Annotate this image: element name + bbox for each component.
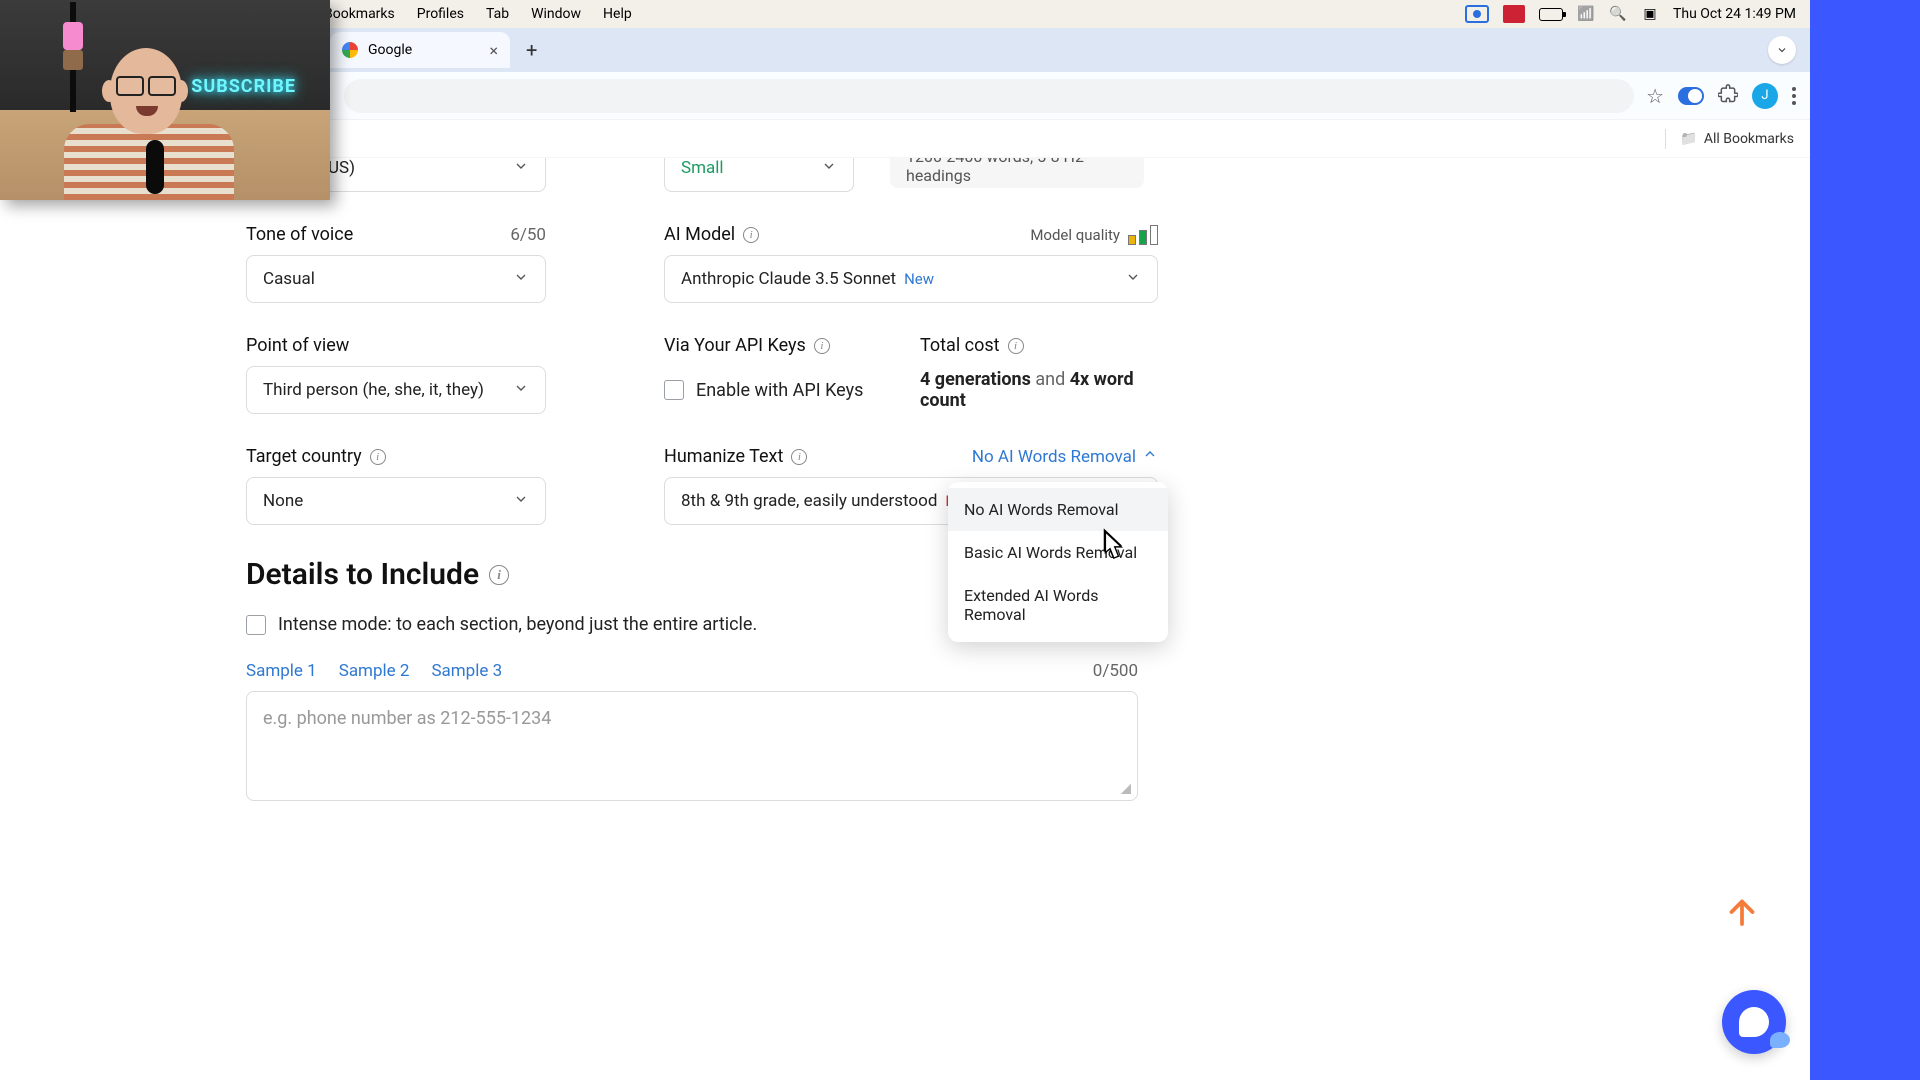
google-favicon-icon xyxy=(342,42,358,58)
humanize-dropdown-trigger[interactable]: No AI Words Removal xyxy=(972,446,1158,467)
browser-tab[interactable]: Google × xyxy=(330,32,510,68)
chevron-up-icon xyxy=(1142,446,1158,467)
info-icon[interactable] xyxy=(489,565,509,585)
api-checkbox[interactable] xyxy=(664,380,684,400)
model-select[interactable]: Anthropic Claude 3.5 Sonnet New xyxy=(664,255,1158,303)
chat-bubble-icon xyxy=(1770,1032,1790,1048)
control-center-icon[interactable] xyxy=(1641,5,1659,23)
humanize-option-extended[interactable]: Extended AI Words Removal xyxy=(948,574,1168,636)
details-heading-text: Details to Include xyxy=(246,557,479,592)
menu-bookmarks[interactable]: Bookmarks xyxy=(324,6,395,22)
size-value: Small xyxy=(681,158,724,178)
close-tab-icon[interactable]: × xyxy=(489,41,498,60)
screen-record-icon[interactable] xyxy=(1465,5,1489,23)
api-checkbox-label: Enable with API Keys xyxy=(696,380,863,401)
tone-select[interactable]: Casual xyxy=(246,255,546,303)
extensions-icon[interactable] xyxy=(1718,84,1738,108)
size-note: 1200-2400 words, 5-8 H2 headings xyxy=(890,158,1144,188)
mouse-cursor-icon xyxy=(1096,528,1126,562)
tab-title: Google xyxy=(368,42,412,58)
intense-mode-checkbox[interactable] xyxy=(246,615,266,635)
details-char-counter: 0/500 xyxy=(1093,661,1138,681)
menu-profiles[interactable]: Profiles xyxy=(417,6,464,22)
chevron-down-icon xyxy=(513,269,529,290)
battery-icon[interactable] xyxy=(1539,8,1563,21)
details-textarea[interactable]: e.g. phone number as 212-555-1234 xyxy=(246,691,1138,801)
spotlight-search-icon[interactable] xyxy=(1609,5,1627,23)
size-select[interactable]: Small xyxy=(664,158,854,192)
sample-1-link[interactable]: Sample 1 xyxy=(246,661,317,681)
country-select[interactable]: None xyxy=(246,477,546,525)
profile-avatar[interactable]: J xyxy=(1752,83,1778,109)
menubar-datetime[interactable]: Thu Oct 24 1:49 PM xyxy=(1673,6,1796,22)
wifi-icon[interactable] xyxy=(1577,5,1595,23)
tone-value: Casual xyxy=(263,269,315,289)
intense-mode-label: Intense mode: to each section, beyond ju… xyxy=(278,614,757,635)
model-quality-label: Model quality xyxy=(1030,226,1120,244)
model-label: AI Model xyxy=(664,224,735,245)
info-icon[interactable] xyxy=(743,227,759,243)
page-content: English (US) Small 1200-2400 words, 5-8 … xyxy=(0,158,1810,1080)
chevron-down-icon xyxy=(1125,269,1141,290)
chevron-down-icon xyxy=(821,158,837,179)
humanize-selected: No AI Words Removal xyxy=(972,447,1136,467)
humanize-value: 8th & 9th grade, easily understood xyxy=(681,491,937,511)
info-icon[interactable] xyxy=(814,338,830,354)
app-indicator-icon[interactable] xyxy=(1503,5,1525,23)
model-new-badge: New xyxy=(904,270,934,288)
model-value: Anthropic Claude 3.5 Sonnet xyxy=(681,269,896,289)
humanize-option-basic[interactable]: Basic AI Words Removal xyxy=(948,531,1168,574)
presenter-person xyxy=(40,40,240,200)
menu-window[interactable]: Window xyxy=(531,6,581,22)
chat-widget-button[interactable] xyxy=(1722,990,1786,1054)
toggle-pill-icon[interactable] xyxy=(1678,87,1704,105)
tablist-dropdown-button[interactable] xyxy=(1768,36,1796,64)
humanize-label: Humanize Text xyxy=(664,446,783,467)
humanize-option-none[interactable]: No AI Words Removal xyxy=(948,488,1168,531)
country-value: None xyxy=(263,491,303,511)
bookmarks-divider xyxy=(1665,129,1666,149)
info-icon[interactable] xyxy=(370,449,386,465)
address-bar[interactable] xyxy=(344,79,1634,113)
cost-label: Total cost xyxy=(920,335,1000,356)
cost-value: 4 generations and 4x word count xyxy=(920,369,1180,411)
menu-tab[interactable]: Tab xyxy=(486,6,509,22)
details-placeholder: e.g. phone number as 212-555-1234 xyxy=(263,708,551,729)
webcam-overlay: SUBSCRIBE xyxy=(0,0,330,200)
pov-label: Point of view xyxy=(246,335,349,356)
pov-value: Third person (he, she, it, they) xyxy=(263,380,484,400)
chevron-down-icon xyxy=(513,380,529,401)
scroll-to-top-button[interactable] xyxy=(1718,888,1766,936)
model-quality-bars-icon xyxy=(1128,225,1158,245)
menu-help[interactable]: Help xyxy=(603,6,632,22)
chevron-down-icon xyxy=(513,491,529,512)
right-blue-strip xyxy=(1810,0,1920,1080)
bookmark-star-icon[interactable]: ☆ xyxy=(1646,84,1664,108)
info-icon[interactable] xyxy=(791,449,807,465)
chevron-down-icon xyxy=(513,158,529,179)
humanize-dropdown-menu: No AI Words Removal Basic AI Words Remov… xyxy=(948,482,1168,642)
browser-menu-icon[interactable] xyxy=(1792,87,1796,105)
sample-3-link[interactable]: Sample 3 xyxy=(431,661,502,681)
pov-select[interactable]: Third person (he, she, it, they) xyxy=(246,366,546,414)
api-label: Via Your API Keys xyxy=(664,335,806,356)
tone-counter: 6/50 xyxy=(510,225,546,245)
info-icon[interactable] xyxy=(1008,338,1024,354)
country-label: Target country xyxy=(246,446,362,467)
all-bookmarks-button[interactable]: All Bookmarks xyxy=(1680,131,1794,147)
sample-2-link[interactable]: Sample 2 xyxy=(339,661,410,681)
new-tab-button[interactable]: + xyxy=(518,34,545,66)
tone-label: Tone of voice xyxy=(246,224,353,245)
